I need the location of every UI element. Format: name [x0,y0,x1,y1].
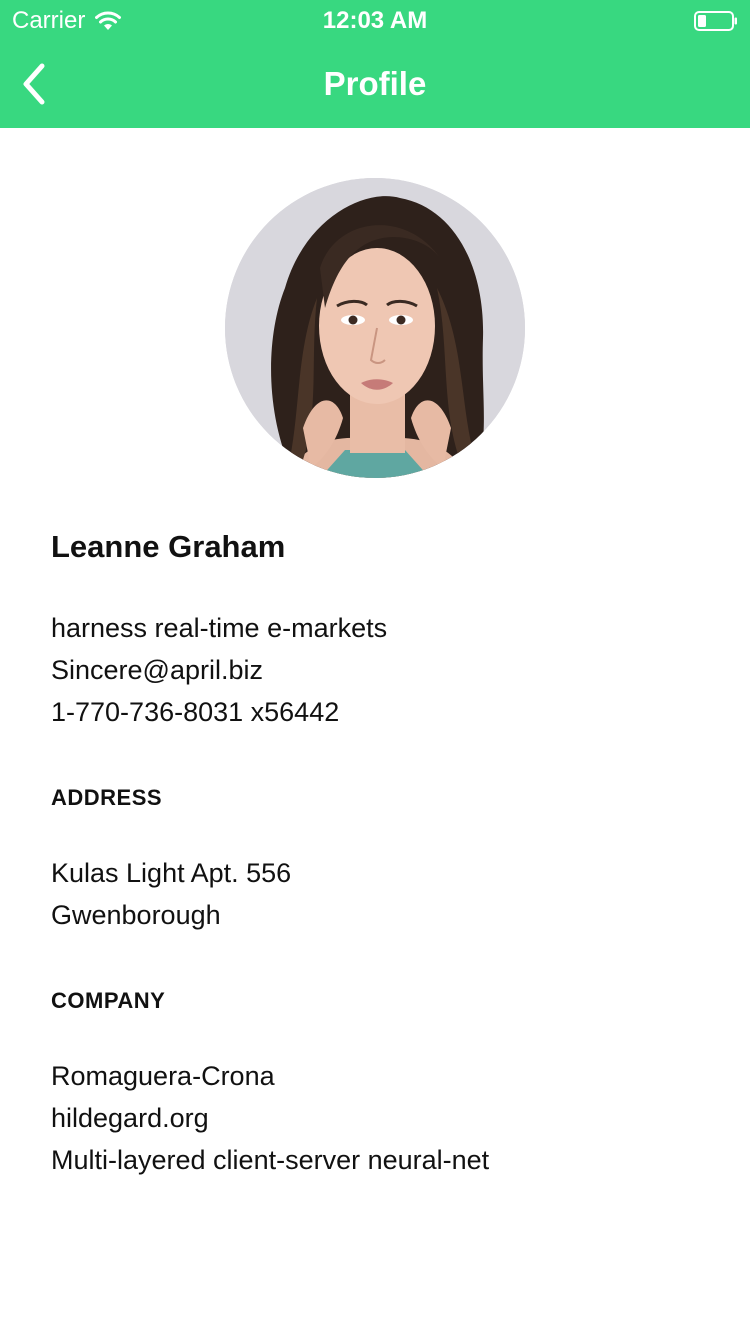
address-street: Kulas Light Apt. 556 [51,858,292,888]
address-heading: ADDRESS [51,785,163,810]
company-name: Romaguera-Crona [51,1061,275,1091]
page-title: Profile [323,65,427,102]
profile-name: Leanne Graham [51,529,286,564]
status-time: 12:03 AM [322,7,428,34]
company-tagline: Multi-layered client-server neural-net [51,1145,490,1175]
navigation-bar: Profile [0,40,750,128]
status-bar: Carrier 12:03 AM [0,0,750,40]
profile-photo [225,178,525,478]
company-website: hildegard.org [51,1103,209,1133]
phone-text: 1-770-736-8031 x56442 [51,697,340,727]
address-city: Gwenborough [51,900,221,930]
battery-icon [694,11,737,31]
email-text: Sincere@april.biz [51,655,263,685]
company-heading: COMPANY [51,988,166,1013]
app-header: Carrier 12:03 AM Profile [0,0,750,128]
catch-phrase: harness real-time e-markets [51,613,388,643]
avatar [225,178,525,478]
